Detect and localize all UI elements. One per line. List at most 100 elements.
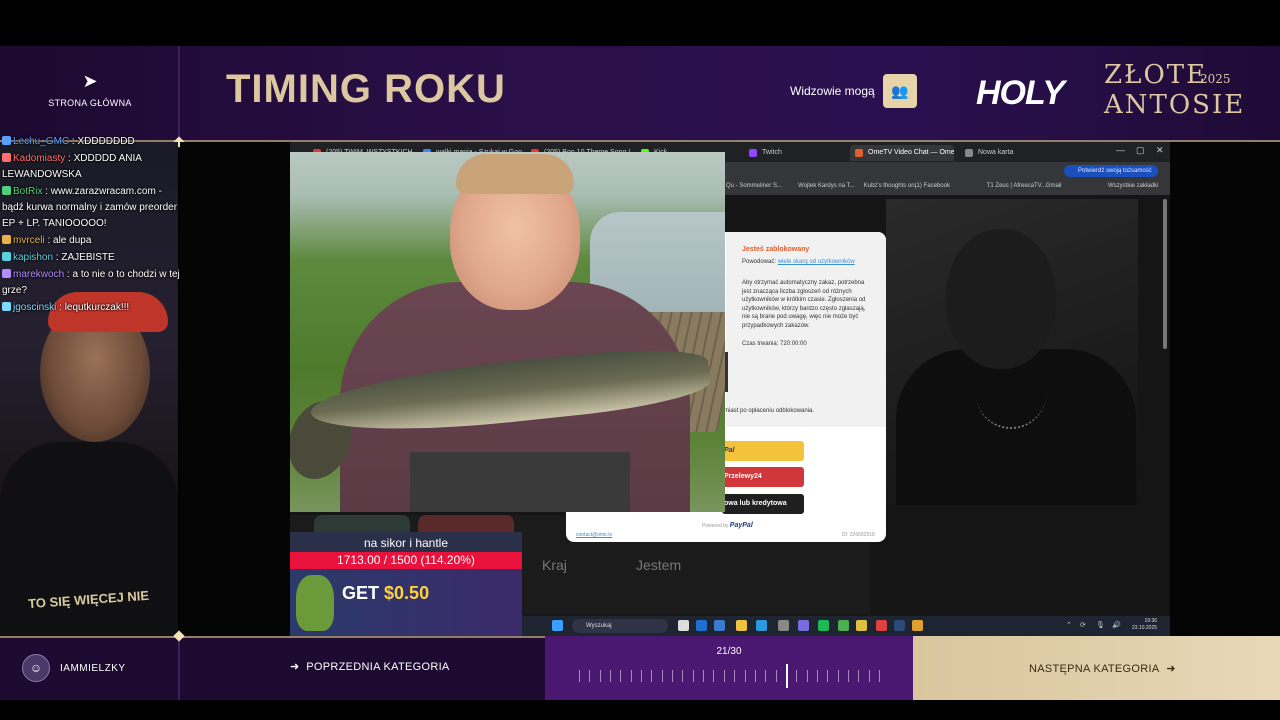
ban-duration: Czas trwania: 720:00:00	[742, 341, 807, 347]
progress-tick[interactable]	[682, 670, 684, 682]
chat-username[interactable]: jgoscinski	[13, 302, 56, 313]
viewers-can: Widzowie mogą 👥	[790, 74, 917, 108]
chat-username[interactable]: kapishon	[13, 252, 53, 263]
bookmark-item[interactable]: Wszystkie zakładki	[1108, 183, 1158, 189]
progress-tick[interactable]	[775, 670, 777, 682]
ban-reason: Powodować: wiele skarg od użytkowników	[742, 258, 862, 266]
progress-tick[interactable]	[641, 670, 643, 682]
paypal-button[interactable]: Pal	[722, 441, 804, 461]
chat-badge-icon	[2, 136, 11, 145]
reason-prefix: Powodować:	[742, 259, 778, 265]
store-icon[interactable]	[714, 620, 725, 631]
gender-label[interactable]: Jestem	[636, 557, 681, 573]
contact-link[interactable]: contact@ome.tv	[576, 532, 612, 538]
progress-tick[interactable]	[796, 670, 798, 682]
photo-pants	[410, 452, 630, 512]
maximize-icon[interactable]: ▢	[1136, 145, 1145, 156]
app-icon[interactable]	[778, 620, 789, 631]
app-green-icon[interactable]	[838, 620, 849, 631]
chat-username[interactable]: marekwoch	[13, 269, 64, 280]
progress-tick[interactable]	[785, 664, 788, 688]
bookmark-item[interactable]: Kubz's thoughts on...	[864, 183, 920, 189]
chat-username[interactable]: Lechu_GMC	[13, 136, 69, 147]
mail-icon[interactable]	[756, 620, 767, 631]
bookmark-item[interactable]: (1) Facebook	[915, 183, 950, 189]
category-progress: 21/30	[545, 636, 913, 700]
next-label: NASTĘPNA KATEGORIA	[1029, 663, 1160, 675]
browser-tab[interactable]: Nowa karta	[960, 145, 1064, 161]
progress-tick[interactable]	[610, 670, 612, 682]
progress-tick[interactable]	[734, 670, 736, 682]
system-clock[interactable]: 19:36 23.10.2025	[1132, 618, 1157, 632]
next-category-button[interactable]: NASTĘPNA KATEGORIA ➜	[913, 636, 1280, 700]
progress-tick[interactable]	[744, 670, 746, 682]
browser-tab[interactable]: Twitch	[744, 145, 848, 161]
bookmark-item[interactable]: Qu - Sommeliner S...	[726, 183, 782, 189]
chat-username[interactable]: mvrceli	[13, 235, 45, 246]
progress-tick[interactable]	[703, 670, 705, 682]
tray-refresh-icon[interactable]: ⟳	[1080, 621, 1086, 629]
progress-tick[interactable]	[847, 670, 849, 682]
card-payment-button[interactable]: owa lub kredytowa	[722, 494, 804, 514]
windows-start-icon[interactable]	[552, 620, 563, 631]
progress-tick[interactable]	[620, 670, 622, 682]
paypal-brand: PayPal	[729, 522, 753, 529]
bookmark-item[interactable]: Wojtek Kardys na T...	[798, 183, 854, 189]
progress-tick[interactable]	[816, 670, 818, 682]
progress-tick[interactable]	[599, 670, 601, 682]
progress-tick[interactable]	[692, 670, 694, 682]
przelewy24-button[interactable]: Przelewy24	[722, 467, 804, 487]
chat-username[interactable]: Kadomiasty	[13, 153, 65, 164]
next-label-wrap: NASTĘPNA KATEGORIA ➜	[1029, 662, 1176, 675]
browser-tab[interactable]: OmeTV Video Chat — Ome...	[850, 145, 954, 161]
taskbar-search[interactable]: Wyszukaj	[572, 619, 668, 633]
country-label[interactable]: Kraj	[542, 557, 567, 573]
users-icon[interactable]: 👥	[882, 74, 917, 108]
logo-zlote: ZŁOTE	[1104, 60, 1208, 90]
progress-tick[interactable]	[661, 670, 663, 682]
progress-tick[interactable]	[837, 670, 839, 682]
app-yellow-icon[interactable]	[912, 620, 923, 631]
chrome-icon[interactable]	[856, 620, 867, 631]
progress-tick[interactable]	[879, 670, 880, 682]
prev-category-button[interactable]: ➜ POPRZEDNIA KATEGORIA	[290, 660, 450, 673]
progress-tick[interactable]	[858, 670, 860, 682]
progress-tick[interactable]	[723, 670, 725, 682]
scrollbar[interactable]	[1163, 199, 1167, 349]
chat-text: : ale dupa	[44, 235, 92, 246]
progress-tick[interactable]	[579, 670, 580, 682]
task-view-icon[interactable]	[678, 620, 689, 631]
bookmark-item[interactable]: T1 Zeus | AfreecaTV...	[987, 183, 1046, 189]
volume-icon[interactable]: 🔊	[1112, 621, 1121, 629]
progress-tick[interactable]	[589, 670, 591, 682]
event-logo: HOLY ZŁOTE 2025 ANTOSIE	[972, 60, 1243, 130]
chat-username[interactable]: BotRix	[13, 186, 42, 197]
chat-message: kapishon : ZAJEBISTE	[2, 250, 180, 266]
mic-icon[interactable]: 🎙	[1096, 621, 1105, 629]
tray-chevron-icon[interactable]: ⌃	[1066, 621, 1072, 629]
explorer-icon[interactable]	[736, 620, 747, 631]
progress-tick[interactable]	[754, 670, 756, 682]
omegle-partner-video	[886, 199, 1138, 505]
bookmark-item[interactable]: Gmail	[1046, 183, 1062, 189]
home-button[interactable]: ➤ STRONA GŁÓWNA	[40, 70, 140, 120]
donation-goal: na sikor i hantle 1713.00 / 1500 (114.20…	[290, 532, 522, 636]
progress-tick[interactable]	[630, 670, 632, 682]
spotify-icon[interactable]	[818, 620, 829, 631]
edge-icon[interactable]	[696, 620, 707, 631]
progress-tick[interactable]	[651, 670, 653, 682]
progress-tick[interactable]	[868, 670, 870, 682]
verify-identity-button[interactable]: Potwierdź swoją tożsamość	[1064, 165, 1158, 177]
steam-icon[interactable]	[894, 620, 905, 631]
progress-tick[interactable]	[806, 670, 808, 682]
progress-tick[interactable]	[713, 670, 715, 682]
discord-icon[interactable]	[798, 620, 809, 631]
progress-tick[interactable]	[672, 670, 674, 682]
reason-link[interactable]: wiele skarg od użytkowników	[778, 259, 855, 265]
minimize-icon[interactable]: —	[1116, 145, 1125, 155]
app-red-icon[interactable]	[876, 620, 887, 631]
progress-tick[interactable]	[765, 670, 767, 682]
logo-year: 2025	[1200, 72, 1231, 86]
progress-tick[interactable]	[827, 670, 829, 682]
close-icon[interactable]: ✕	[1156, 145, 1164, 156]
